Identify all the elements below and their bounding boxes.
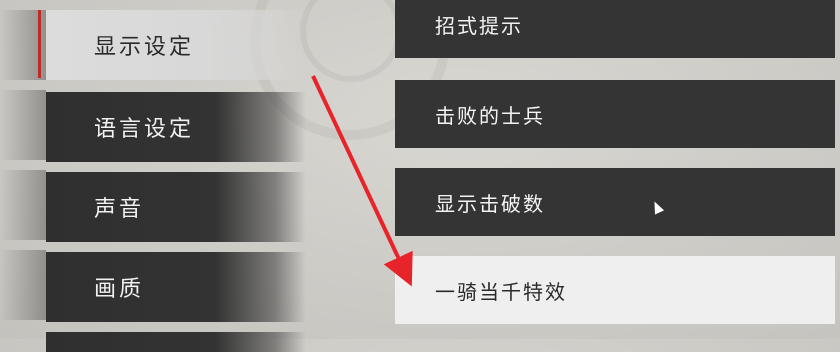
annotation-arrow-icon	[311, 75, 413, 287]
